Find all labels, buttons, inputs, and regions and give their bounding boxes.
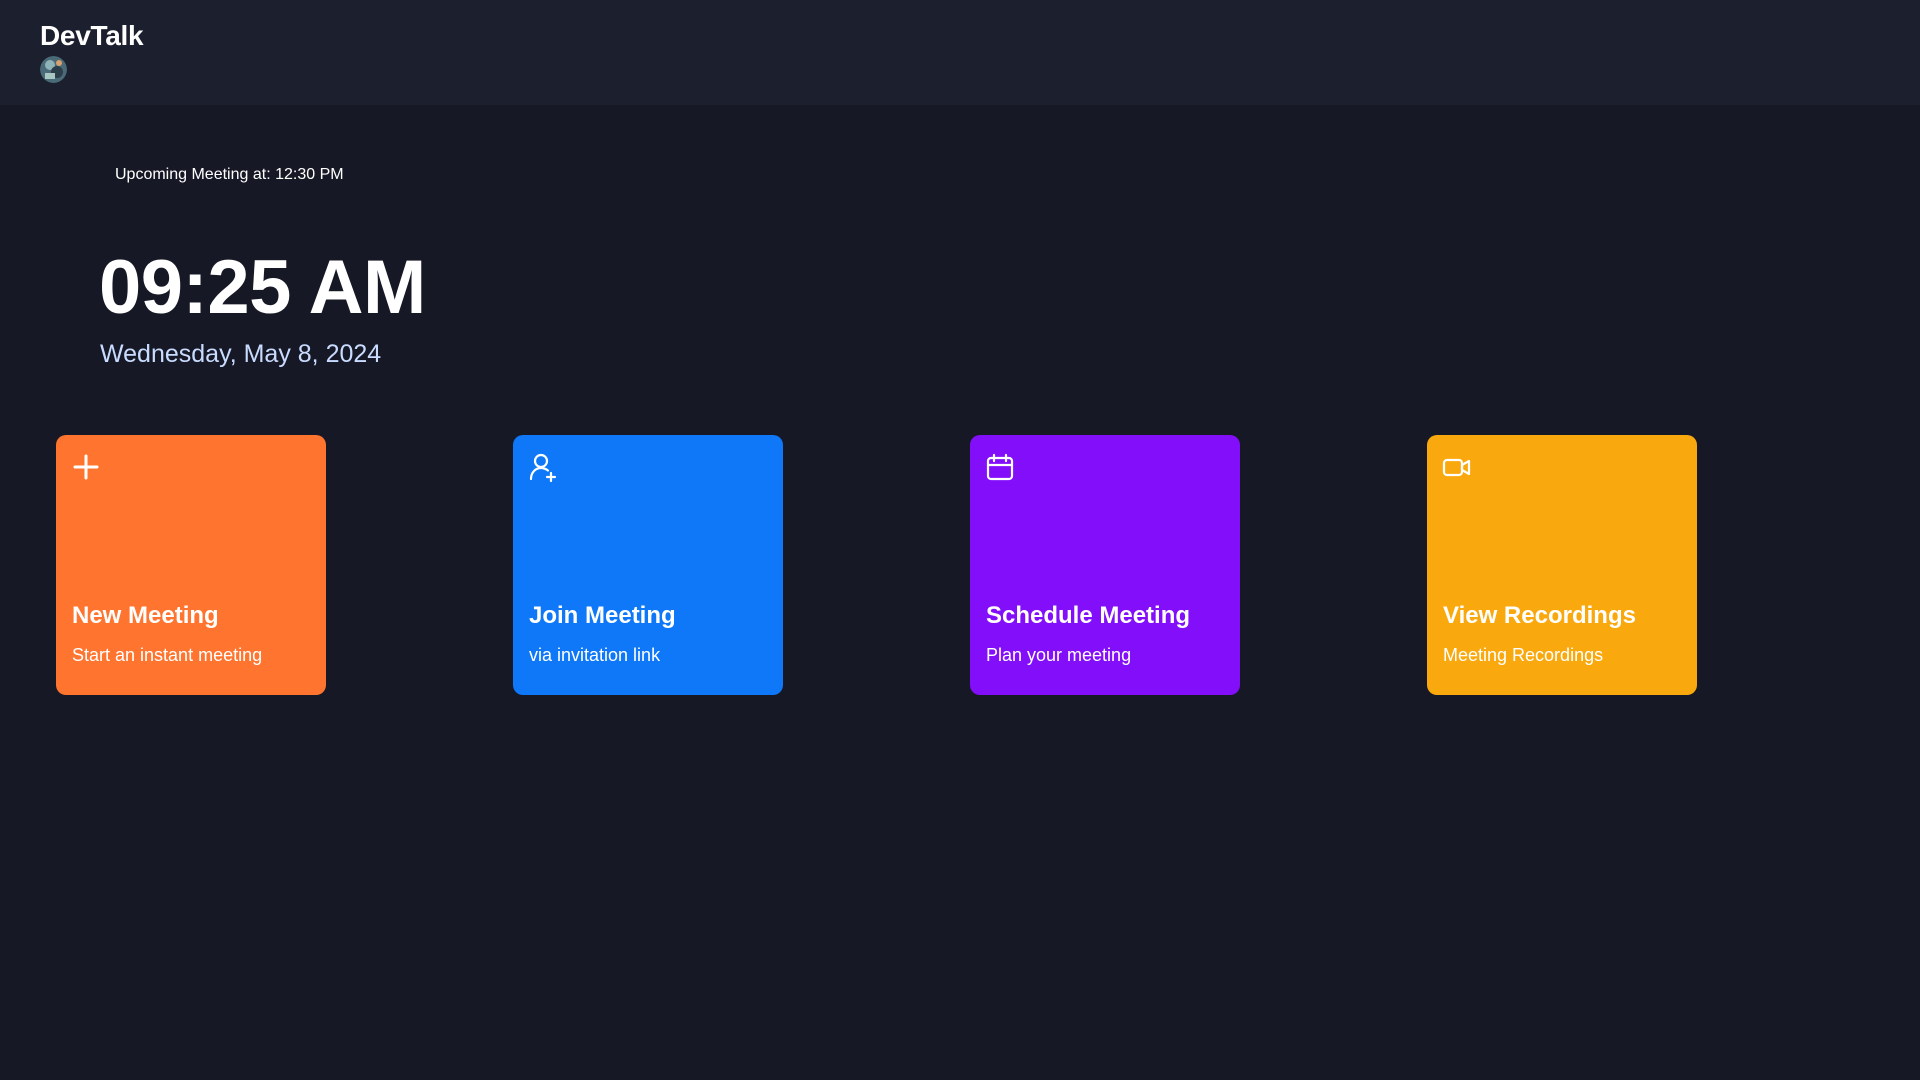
schedule-meeting-card[interactable]: Schedule Meeting Plan your meeting <box>970 435 1240 695</box>
card-title: Schedule Meeting <box>986 602 1191 629</box>
user-avatar[interactable] <box>40 56 67 83</box>
new-meeting-card[interactable]: New Meeting Start an instant meeting <box>56 435 326 695</box>
avatar-image <box>40 56 67 83</box>
card-subtitle: Start an instant meeting <box>72 645 263 665</box>
join-meeting-card[interactable]: Join Meeting via invitation link <box>513 435 783 695</box>
plus-icon <box>73 454 99 480</box>
top-navbar: DevTalk <box>0 0 1920 105</box>
card-title: Join Meeting <box>529 602 676 629</box>
user-plus-icon <box>529 453 557 483</box>
card-subtitle: Plan your meeting <box>986 645 1132 665</box>
brand-logo-text[interactable]: DevTalk <box>40 20 144 52</box>
upcoming-meeting-banner: Upcoming Meeting at: 12:30 PM <box>115 166 344 183</box>
view-recordings-card[interactable]: View Recordings Meeting Recordings <box>1427 435 1697 695</box>
card-subtitle: via invitation link <box>529 645 661 665</box>
card-title: View Recordings <box>1443 602 1636 629</box>
current-date: Wednesday, May 8, 2024 <box>100 340 382 368</box>
calendar-icon <box>986 453 1014 481</box>
current-time: 09:25 AM <box>99 245 426 330</box>
card-title: New Meeting <box>72 602 219 629</box>
video-icon <box>1442 458 1471 477</box>
card-subtitle: Meeting Recordings <box>1443 645 1604 665</box>
